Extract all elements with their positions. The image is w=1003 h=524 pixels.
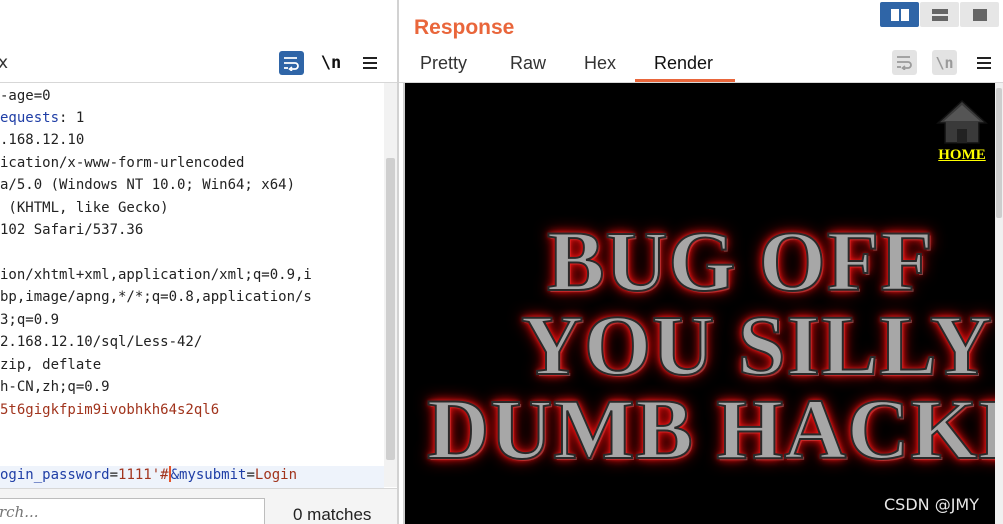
request-tab-label[interactable]: x bbox=[0, 53, 8, 73]
request-line: h-CN,zh;q=0.9 bbox=[0, 379, 110, 395]
layout-single-button[interactable] bbox=[960, 2, 999, 27]
search-input[interactable] bbox=[0, 498, 265, 524]
request-body-line: ogin_password=1111'# &mysubmit=Login bbox=[0, 466, 384, 488]
request-line: bp,image/apng,*/*;q=0.8,application/s bbox=[0, 289, 312, 305]
home-link[interactable]: HOME bbox=[933, 99, 991, 164]
request-line: 2.168.12.10/sql/Less-42/ bbox=[0, 334, 203, 350]
layout-stacked-button[interactable] bbox=[920, 2, 959, 27]
response-menu-button[interactable] bbox=[972, 51, 996, 75]
search-bar: 0 matches bbox=[0, 488, 397, 524]
request-pane: x \n -age=0 equests: 1 .168.12.10 icatio… bbox=[0, 0, 397, 524]
param-value: 1111'# bbox=[118, 467, 169, 483]
columns-icon bbox=[890, 8, 909, 21]
rendered-page-view: HOME BUG OFF YOU SILLY DUMB HACKER bbox=[403, 83, 995, 524]
request-line: -age=0 bbox=[0, 88, 51, 104]
wrap-icon bbox=[284, 56, 299, 71]
show-newlines-button[interactable]: \n bbox=[318, 51, 344, 75]
request-line: 102 Safari/537.36 bbox=[0, 222, 144, 238]
single-pane-icon bbox=[972, 8, 987, 21]
request-line: (KHTML, like Gecko) bbox=[0, 200, 169, 216]
cookie-value-line: 5t6gigkfpim9ivobhkh64s2ql6 bbox=[0, 402, 220, 418]
request-line: ication/x-www-form-urlencoded bbox=[0, 155, 245, 171]
param-value: Login bbox=[254, 467, 298, 483]
request-line: .168.12.10 bbox=[0, 132, 85, 148]
word-wrap-button[interactable] bbox=[892, 50, 917, 75]
banner-line: DUMB HACKER bbox=[426, 380, 995, 478]
tab-render[interactable]: Render bbox=[654, 53, 713, 74]
tab-raw[interactable]: Raw bbox=[510, 53, 546, 74]
match-count: 0 matches bbox=[293, 505, 372, 524]
wrap-icon bbox=[897, 56, 912, 70]
request-line: equests: 1 bbox=[0, 109, 84, 131]
response-pane: Response Pretty Raw Hex Render \n HOME B… bbox=[399, 0, 1003, 524]
request-line: zip, deflate bbox=[0, 357, 102, 373]
watermark: CSDN @JMY bbox=[884, 495, 979, 514]
home-link-label[interactable]: HOME bbox=[933, 147, 991, 164]
tab-hex[interactable]: Hex bbox=[584, 53, 616, 74]
header-key: equests bbox=[0, 110, 60, 126]
word-wrap-button[interactable] bbox=[279, 51, 304, 75]
request-editor[interactable]: -age=0 equests: 1 .168.12.10 ication/x-w… bbox=[0, 83, 384, 488]
request-menu-button[interactable] bbox=[358, 51, 382, 75]
request-line: 3;q=0.9 bbox=[0, 312, 60, 328]
tab-pretty[interactable]: Pretty bbox=[420, 53, 467, 74]
layout-toggle-group bbox=[880, 2, 1000, 27]
request-line: a/5.0 (Windows NT 10.0; Win64; x64) bbox=[0, 177, 296, 193]
rows-icon bbox=[931, 8, 948, 21]
header-value: : 1 bbox=[59, 110, 85, 126]
param-key: ogin_password bbox=[0, 467, 110, 483]
param-key: &mysubmit bbox=[170, 467, 247, 483]
response-scroll-thumb[interactable] bbox=[996, 88, 1002, 218]
show-newlines-button[interactable]: \n bbox=[932, 50, 957, 75]
request-scroll-thumb[interactable] bbox=[386, 158, 395, 460]
response-title: Response bbox=[414, 16, 515, 39]
request-line: ion/xhtml+xml,application/xml;q=0.9,i bbox=[0, 267, 312, 283]
layout-side-by-side-button[interactable] bbox=[880, 2, 919, 27]
hamburger-icon bbox=[977, 57, 991, 69]
house-icon bbox=[936, 99, 988, 144]
hamburger-icon bbox=[363, 57, 377, 69]
